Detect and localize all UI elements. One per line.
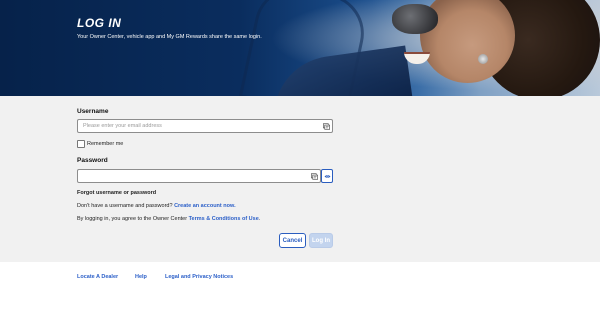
terms-line: By logging in, you agree to the Owner Ce…	[77, 216, 260, 222]
hero-photo-earring	[478, 54, 488, 64]
username-input[interactable]	[83, 121, 313, 131]
username-field[interactable]	[77, 119, 333, 133]
page-title: LOG IN	[77, 16, 122, 30]
agree-suffix: .	[258, 216, 261, 222]
autofill-card-icon[interactable]	[311, 173, 318, 180]
username-label: Username	[77, 108, 109, 115]
login-button[interactable]: Log In	[309, 233, 333, 248]
password-label: Password	[77, 157, 108, 164]
no-account-text: Don't have a username and password?	[77, 203, 175, 209]
footer-link-help[interactable]: Help	[135, 274, 147, 280]
remember-me-label[interactable]: Remember me	[87, 141, 123, 147]
footer-link-legal-privacy[interactable]: Legal and Privacy Notices	[165, 274, 233, 280]
hero-banner: LOG IN Your Owner Center, vehicle app an…	[0, 0, 600, 96]
page-subtitle: Your Owner Center, vehicle app and My GM…	[77, 34, 262, 40]
remember-me-checkbox[interactable]	[77, 140, 85, 148]
footer-link-locate-dealer[interactable]: Locate A Dealer	[77, 274, 118, 280]
show-password-button[interactable]	[321, 169, 333, 183]
password-input[interactable]	[83, 171, 303, 181]
hero-photo-sunglasses	[392, 4, 438, 34]
eye-icon	[324, 174, 330, 178]
forgot-credentials-link[interactable]: Forgot username or password	[77, 190, 156, 196]
cancel-button[interactable]: Cancel	[279, 233, 306, 248]
terms-link[interactable]: Terms & Conditions of Use	[189, 216, 259, 222]
create-account-line: Don't have a username and password? Crea…	[77, 203, 236, 209]
autofill-card-icon[interactable]	[323, 123, 330, 130]
password-field[interactable]	[77, 169, 321, 183]
agree-text: By logging in, you agree to the Owner Ce…	[77, 216, 189, 222]
create-account-link[interactable]: Create an account now.	[174, 203, 236, 209]
